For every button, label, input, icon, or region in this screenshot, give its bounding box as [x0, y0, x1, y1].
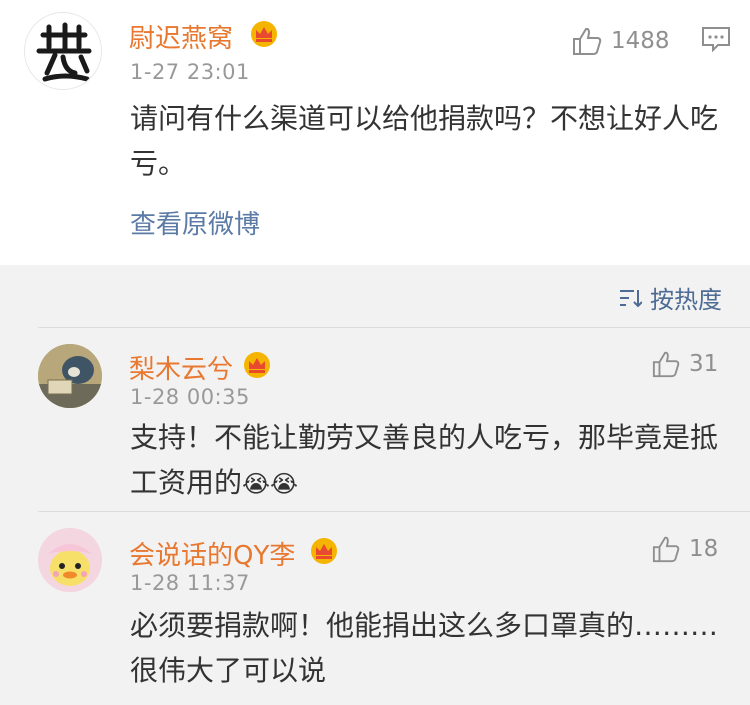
sort-icon — [620, 289, 642, 307]
vip-crown-icon — [244, 352, 270, 378]
like-button[interactable]: 31 — [651, 350, 718, 378]
cartoon-avatar-icon — [38, 344, 102, 408]
reply-time: 1-28 00:35 — [130, 385, 250, 409]
username[interactable]: 尉迟燕窝 — [129, 18, 233, 55]
like-count: 18 — [689, 536, 719, 562]
sort-button[interactable]: 按热度 — [618, 280, 722, 315]
user-avatar[interactable] — [38, 344, 102, 408]
user-avatar[interactable] — [24, 12, 102, 90]
thumbs-up-icon — [652, 351, 680, 378]
thumbs-up-icon — [652, 536, 680, 563]
username[interactable]: 会说话的QY李 — [129, 535, 295, 572]
user-avatar[interactable] — [38, 528, 102, 592]
duck-avatar-icon — [38, 528, 102, 592]
vip-crown-icon — [311, 538, 337, 564]
like-button[interactable]: 18 — [651, 535, 718, 563]
reply-text: 支持！不能让勤劳又善良的人吃亏，那毕竟是抵工资用的😭😭 — [130, 415, 720, 507]
like-button[interactable]: 1488 — [571, 26, 670, 56]
thumbs-up-icon — [573, 27, 602, 55]
username[interactable]: 梨木云兮 — [129, 349, 233, 386]
divider — [38, 511, 750, 512]
comment-icon[interactable] — [701, 26, 731, 52]
calligraphy-avatar-icon — [25, 13, 101, 89]
divider — [38, 327, 750, 328]
view-original-link[interactable]: 查看原微博 — [130, 204, 260, 241]
post-time: 1-27 23:01 — [130, 60, 250, 84]
crying-emoji-icon: 😭😭 — [242, 470, 299, 498]
main-comment-card: 尉迟燕窝 1-27 23:01 1488 请问有什么渠道可以给他捐款吗？不想让好… — [0, 0, 750, 265]
reply-text: 必须要捐款啊！他能捐出这么多口罩真的………很伟大了可以说 — [130, 609, 719, 687]
vip-crown-icon — [251, 21, 277, 47]
like-count: 1488 — [611, 28, 670, 54]
post-text: 请问有什么渠道可以给他捐款吗？不想让好人吃亏。 — [130, 102, 719, 180]
like-count: 31 — [689, 351, 719, 377]
reply-text-content: 支持！不能让勤劳又善良的人吃亏，那毕竟是抵工资用的 — [130, 421, 719, 499]
sort-label: 按热度 — [650, 286, 722, 314]
reply-time: 1-28 11:37 — [130, 571, 250, 595]
